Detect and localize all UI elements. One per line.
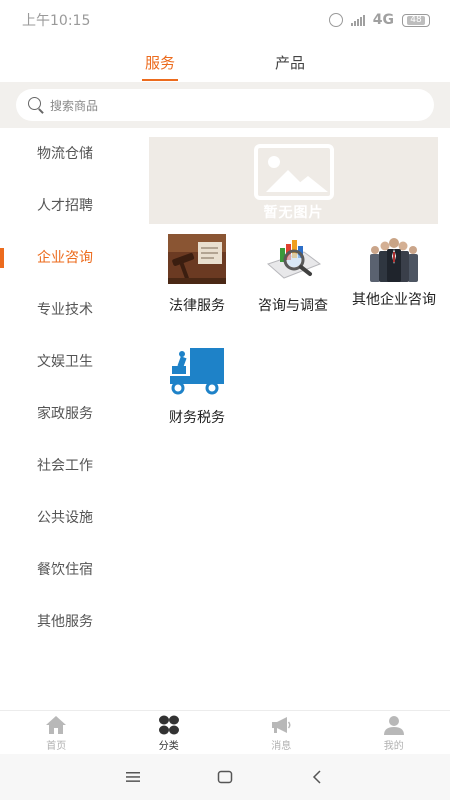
sidebar-item-consulting[interactable]: 企业咨询 (0, 232, 140, 284)
sidebar-item-recruitment[interactable]: 人才招聘 (0, 180, 140, 232)
sidebar-item-public-facilities[interactable]: 公共设施 (0, 492, 140, 544)
status-icons: 4G 48 (328, 12, 430, 28)
sidebar-item-label: 企业咨询 (37, 250, 93, 266)
subcategory-label: 法律服务 (169, 298, 225, 314)
business-people-image (370, 238, 418, 282)
subcategory-label: 其他企业咨询 (352, 292, 436, 308)
alarm-icon (328, 13, 343, 27)
subcategory-consulting-investigation[interactable]: 咨询与调查 (245, 230, 341, 314)
category-banner[interactable]: 暂无图片 (149, 137, 438, 224)
back-icon (312, 770, 321, 784)
tab-services[interactable]: 服务 (141, 40, 179, 82)
home-icon (46, 716, 67, 734)
sidebar-item-technical[interactable]: 专业技术 (0, 284, 140, 336)
user-icon (383, 716, 404, 735)
search-icon (28, 97, 44, 113)
nav-label: 首页 (46, 741, 67, 752)
subcategory-legal[interactable]: 法律服务 (149, 230, 245, 314)
nav-home[interactable]: 首页 (0, 711, 113, 754)
active-indicator (0, 248, 4, 268)
home-button[interactable] (214, 766, 236, 788)
nav-category[interactable]: 分类 (113, 711, 226, 754)
search-placeholder: 搜索商品 (50, 98, 99, 113)
sidebar-item-catering[interactable]: 餐饮住宿 (0, 544, 140, 596)
magnifier-chart-image (267, 240, 322, 279)
category-icon (158, 715, 179, 735)
sidebar-item-housekeeping[interactable]: 家政服务 (0, 388, 140, 440)
bottom-nav: 首页 分类 消息 我的 (0, 710, 450, 754)
law-gavel-image (168, 234, 226, 284)
menu-button[interactable] (122, 766, 144, 788)
subcategory-finance-tax[interactable]: 财务税务 (149, 342, 245, 426)
nav-label: 消息 (271, 741, 292, 752)
nav-profile[interactable]: 我的 (338, 711, 450, 754)
signal-icon (350, 14, 365, 26)
battery-level: 48 (407, 15, 425, 25)
nav-label: 分类 (158, 741, 179, 752)
tab-products[interactable]: 产品 (275, 40, 305, 82)
image-placeholder-icon (253, 143, 334, 200)
search-input[interactable]: 搜索商品 (16, 89, 434, 121)
search-area: 搜索商品 (0, 82, 450, 128)
subcategory-label: 财务税务 (169, 410, 225, 426)
nav-label: 我的 (383, 741, 404, 752)
status-time: 上午10:15 (22, 13, 91, 29)
sidebar-item-logistics[interactable]: 物流仓储 (0, 128, 140, 180)
nav-messages[interactable]: 消息 (225, 711, 338, 754)
system-nav-bar (0, 754, 450, 800)
subcategory-label: 咨询与调查 (258, 298, 328, 314)
top-tabs: 服务 产品 (0, 40, 450, 82)
menu-icon (126, 772, 140, 782)
sidebar-item-social-work[interactable]: 社会工作 (0, 440, 140, 492)
subcategory-other-business-consulting[interactable]: 其他企业咨询 (346, 230, 442, 308)
category-sidebar: 物流仓储 人才招聘 企业咨询 专业技术 文娱卫生 家政服务 社会工作 公共设施 … (0, 128, 140, 648)
no-image-text: 暂无图片 (263, 204, 324, 221)
back-button[interactable] (306, 766, 328, 788)
status-bar: 上午10:15 4G 48 (0, 0, 450, 40)
delivery-truck-image (170, 348, 224, 395)
square-icon (217, 770, 233, 784)
sidebar-item-entertainment-health[interactable]: 文娱卫生 (0, 336, 140, 388)
battery-icon: 48 (402, 13, 430, 27)
network-label: 4G (372, 12, 394, 28)
sidebar-item-other[interactable]: 其他服务 (0, 596, 140, 648)
megaphone-icon (272, 717, 291, 733)
